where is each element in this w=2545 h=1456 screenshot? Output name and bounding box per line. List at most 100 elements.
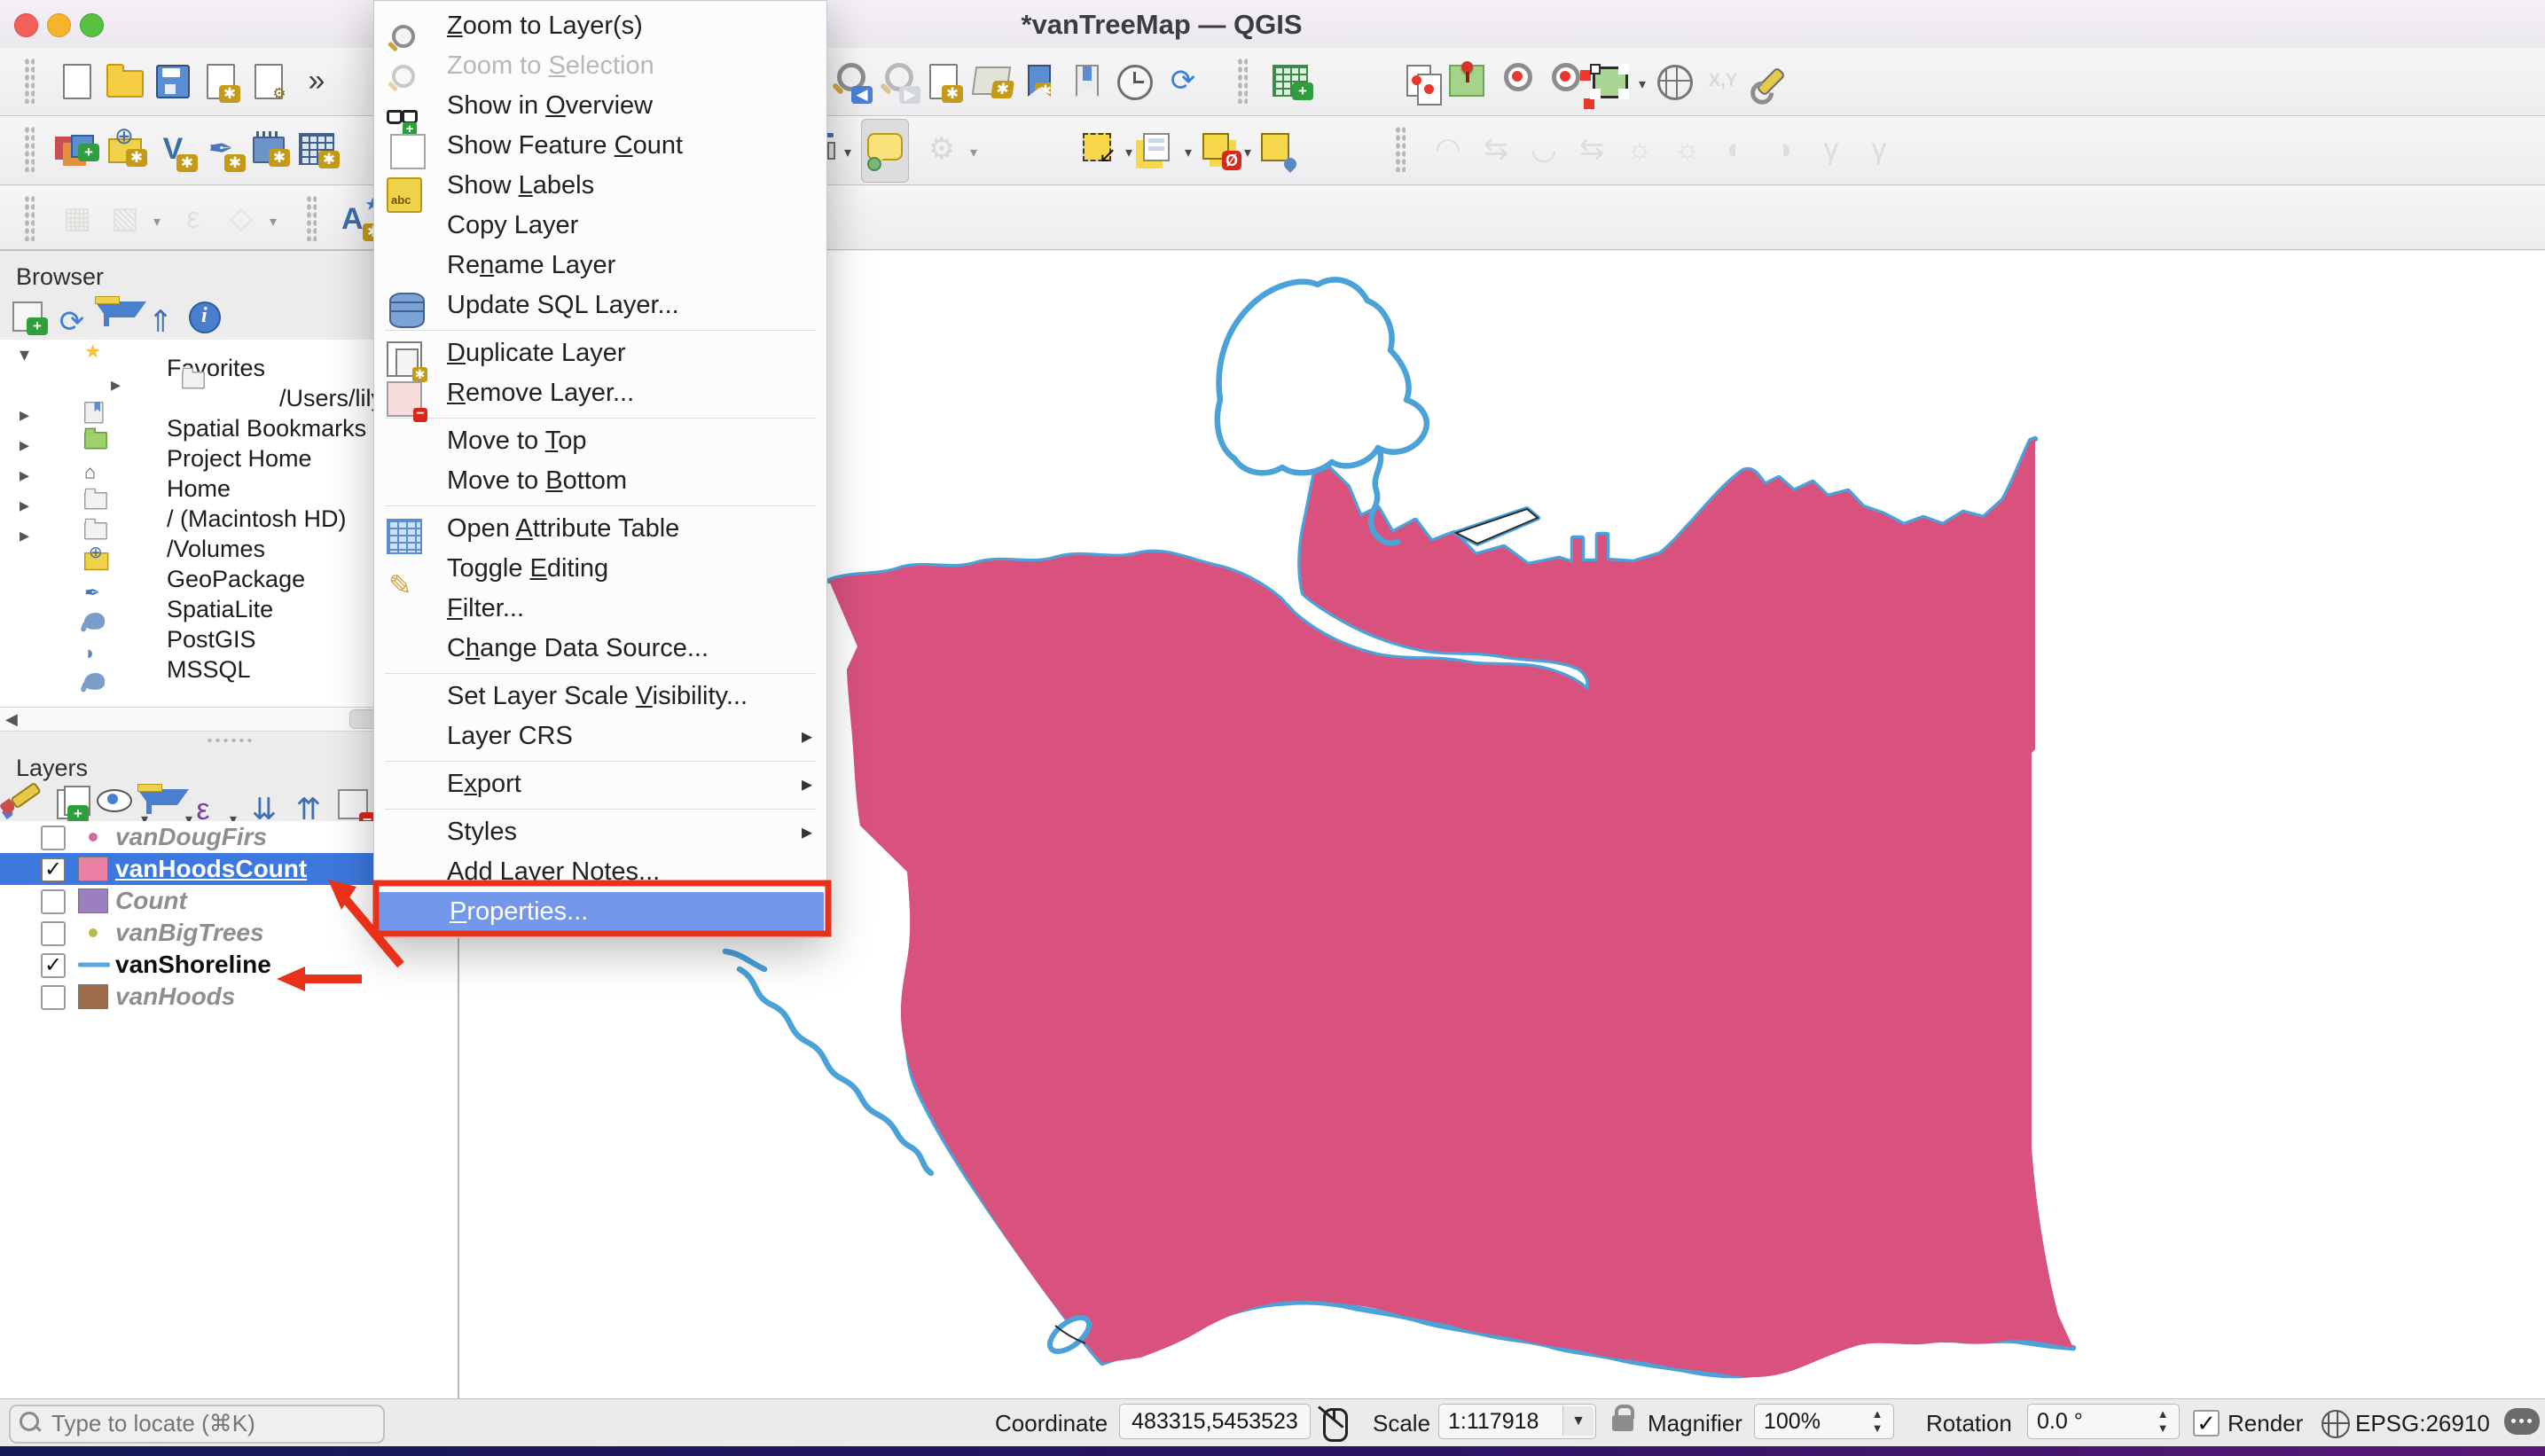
decrease-contrast-button[interactable]: ◑	[1760, 119, 1806, 181]
deselect-features-button[interactable]: ▾	[1193, 119, 1251, 181]
dropdown-arrow-icon[interactable]: ▾	[1125, 144, 1132, 161]
filter-browser-button[interactable]	[95, 296, 146, 341]
layer-visibility-checkbox[interactable]	[41, 921, 66, 946]
metasearch-globe-button[interactable]	[1652, 51, 1698, 113]
layer-symbol-swatch[interactable]	[89, 833, 98, 842]
close-window-button[interactable]	[14, 13, 38, 37]
menu-item-duplicate-layer[interactable]: Duplicate Layer	[374, 333, 826, 382]
rotation-stepper-icons[interactable]: ▲ ▼	[2150, 1407, 2175, 1436]
zoom-next-button[interactable]: ▶	[873, 51, 920, 113]
menu-item-add-layer-notes[interactable]: Add Layer Notes...	[374, 852, 826, 892]
full-cumulative-stretch-button[interactable]: ⇆	[1569, 119, 1615, 181]
save-project-button[interactable]	[150, 51, 196, 113]
toolbar-handle[interactable]	[6, 51, 52, 113]
move-feature-button[interactable]: ▧ ▾	[102, 188, 161, 250]
show-layout-manager-button[interactable]: ⚙	[246, 51, 292, 113]
locate-search-box[interactable]	[9, 1405, 385, 1444]
layer-visibility-checkbox[interactable]: ✓	[41, 953, 66, 978]
dropdown-arrow-icon[interactable]: ▾	[270, 213, 277, 231]
map-tips-button[interactable]	[861, 119, 909, 183]
scale-dropdown-arrow-icon[interactable]: ▼	[1562, 1406, 1594, 1436]
disclosure-triangle-icon[interactable]: ▸	[20, 400, 41, 430]
magnifier-spinbox[interactable]: 100% ▲ ▼	[1754, 1404, 1894, 1439]
new-print-layout-button[interactable]: ✱	[198, 51, 244, 113]
increase-gamma-button[interactable]: γ	[1808, 119, 1854, 181]
render-checkbox[interactable]: ✓	[2193, 1410, 2220, 1436]
menu-item-update-sql-layer[interactable]: Update SQL Layer...	[374, 286, 826, 328]
menu-item-open-attribute-table[interactable]: Open Attribute Table	[374, 509, 826, 554]
scroll-left-arrow-icon[interactable]: ◀	[5, 710, 18, 729]
dropdown-arrow-icon[interactable]: ▾	[844, 144, 851, 161]
select-by-location-button[interactable]	[1252, 119, 1298, 181]
add-postgis-layer-button[interactable]: ✱	[246, 119, 292, 181]
dropdown-arrow-icon[interactable]: ▾	[1639, 75, 1646, 93]
messages-bubble-icon[interactable]	[2504, 1408, 2540, 1435]
menu-item-move-to-top[interactable]: Move to Top	[374, 421, 826, 461]
topology-checker-button[interactable]: ◇ ▾	[218, 188, 277, 250]
toolbar-overflow-chevron[interactable]: »	[294, 51, 340, 113]
new-report-button[interactable]: ✱	[968, 51, 1014, 113]
select-features-button[interactable]: ▾	[1074, 119, 1132, 181]
menu-item-remove-layer[interactable]: Remove Layer...	[374, 373, 826, 422]
collapse-all-button[interactable]: ⇑	[139, 298, 182, 341]
scale-combobox[interactable]: 1:117918 ▼	[1438, 1404, 1596, 1439]
menu-item-copy-layer[interactable]: Copy Layer	[374, 206, 826, 246]
toolbar-handle[interactable]	[1219, 51, 1265, 113]
add-raster-layer-button[interactable]: ✱	[294, 119, 340, 181]
menu-item-zoom-to-selection[interactable]: Zoom to Selection	[374, 46, 826, 88]
properties-widget-button[interactable]	[184, 298, 226, 341]
toolbar-handle[interactable]	[6, 188, 52, 250]
rotation-spinbox[interactable]: 0.0 ° ▲ ▼	[2027, 1404, 2180, 1439]
layer-row-vanhoods[interactable]: vanHoods	[0, 981, 459, 1013]
zoom-to-selected-layers-button[interactable]	[1539, 51, 1586, 113]
minimize-window-button[interactable]	[47, 13, 71, 37]
crs-globe-icon[interactable]	[2322, 1410, 2350, 1438]
menu-item-show-in-overview[interactable]: Show in Overview	[374, 86, 826, 137]
menu-item-properties[interactable]: Properties...	[377, 892, 824, 932]
disclosure-triangle-icon[interactable]: ▸	[20, 460, 41, 490]
add-spatialite-layer-button[interactable]: ✒ ✱	[198, 119, 246, 181]
layer-visibility-checkbox[interactable]	[41, 826, 66, 850]
xy-tools-button[interactable]: X,Y	[1700, 51, 1746, 113]
decrease-gamma-button[interactable]: γ	[1856, 119, 1902, 181]
mouse-extents-toggle-icon[interactable]	[1323, 1408, 1348, 1442]
pin-labels-button[interactable]	[1444, 51, 1490, 113]
open-data-source-manager-button[interactable]: +	[54, 119, 100, 181]
menu-item-styles[interactable]: Styles ▸	[374, 812, 826, 852]
run-feature-action-button[interactable]: ⚙ ▾	[919, 119, 977, 181]
menu-item-move-to-bottom[interactable]: Move to Bottom	[374, 461, 826, 501]
options-wrench-button[interactable]	[1748, 51, 1794, 113]
new-project-button[interactable]	[54, 51, 100, 113]
maximize-window-button[interactable]	[80, 13, 104, 37]
disclosure-triangle-icon[interactable]: ▸	[111, 370, 132, 400]
select-features-by-value-button[interactable]: ▾	[1133, 119, 1192, 181]
magnifier-stepper-icons[interactable]: ▲ ▼	[1865, 1407, 1890, 1436]
dropdown-arrow-icon[interactable]: ▾	[1185, 144, 1192, 161]
menu-item-layer-crs[interactable]: Layer CRS ▸	[374, 716, 826, 756]
new-table-button[interactable]: +	[1267, 51, 1313, 113]
current-edits-button[interactable]: ▦	[54, 188, 100, 250]
menu-item-zoom-to-layers[interactable]: Zoom to Layer(s)	[374, 6, 826, 48]
menu-item-rename-layer[interactable]: Rename Layer	[374, 246, 826, 286]
local-cumulative-stretch-button[interactable]: ◡	[1521, 119, 1567, 181]
disclosure-triangle-icon[interactable]: ▸	[20, 521, 41, 551]
add-selected-layers-button[interactable]: +	[6, 298, 49, 341]
coordinate-input[interactable]: 483315,5453523	[1119, 1404, 1311, 1439]
refresh-map-button[interactable]: ⟳	[1160, 51, 1206, 113]
layer-symbol-swatch[interactable]	[78, 962, 110, 967]
disclosure-triangle-icon[interactable]: ▸	[20, 490, 41, 521]
increase-contrast-button[interactable]: ◐	[1712, 119, 1758, 181]
layer-symbol-swatch[interactable]	[89, 928, 98, 937]
menu-item-show-feature-count[interactable]: Show Feature Count	[374, 126, 826, 169]
menu-item-show-labels[interactable]: Show Labels	[374, 166, 826, 220]
layer-symbol-swatch[interactable]	[78, 857, 108, 881]
menu-item-export[interactable]: Export ▸	[374, 764, 826, 804]
refresh-browser-button[interactable]: ⟳	[51, 298, 93, 341]
menu-item-filter[interactable]: Filter...	[374, 589, 826, 629]
layer-symbol-swatch[interactable]	[78, 888, 108, 913]
copy-layout-button[interactable]	[1396, 51, 1442, 113]
locate-input[interactable]	[50, 1408, 372, 1438]
layer-visibility-checkbox[interactable]	[41, 985, 66, 1010]
scale-lock-icon[interactable]	[1612, 1405, 1634, 1431]
dropdown-arrow-icon[interactable]: ▾	[153, 213, 161, 231]
